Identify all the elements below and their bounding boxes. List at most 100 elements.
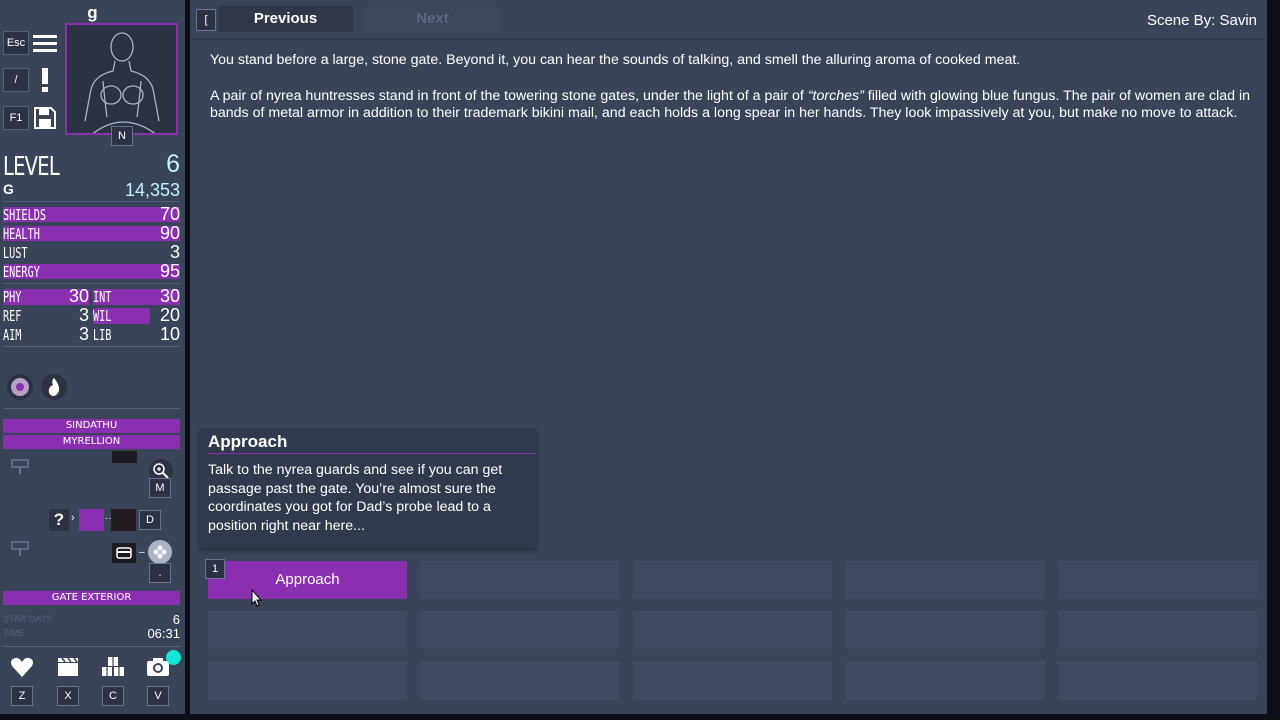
attr-label: AIM (3, 326, 22, 344)
choice-empty (633, 662, 832, 700)
choice-empty (208, 662, 407, 700)
choice-key-1[interactable]: 1 (205, 559, 225, 579)
stat-label: HEALTH (3, 225, 40, 243)
location-system: SINDATHU (3, 419, 180, 433)
story-text: You stand before a large, stone gate. Be… (210, 52, 1255, 141)
map-shop-icon[interactable] (112, 543, 136, 563)
choice-empty (846, 561, 1045, 599)
credits-symbol: G (3, 181, 14, 197)
attr-ref[interactable]: REF 3 (3, 305, 89, 325)
choice-empty (420, 561, 619, 599)
map-room-explored[interactable] (79, 509, 104, 531)
key-z[interactable]: Z (11, 686, 33, 706)
level-row: LEVEL 6 (3, 150, 180, 182)
map-key-d[interactable]: D (139, 510, 161, 530)
map-ship-icon[interactable] (148, 540, 172, 564)
minimap[interactable]: M ? › ·· D – . (3, 451, 180, 589)
attr-int[interactable]: INT 30 (93, 286, 180, 306)
bottom-bar: Z X C V (0, 650, 185, 714)
notification-dot (166, 650, 181, 665)
status-egg-icon[interactable] (41, 374, 67, 400)
time-label: TIME (3, 628, 25, 638)
map-unknown-room[interactable]: ? (49, 509, 69, 531)
key-v[interactable]: V (147, 686, 169, 706)
choice-empty (846, 611, 1045, 649)
divider (3, 283, 180, 284)
choice-empty (633, 561, 832, 599)
stat-energy[interactable]: ENERGY 95 (3, 261, 180, 281)
attr-label: INT (93, 288, 112, 306)
map-room-current[interactable] (111, 509, 136, 531)
mouse-cursor-icon (251, 589, 263, 607)
attr-value: 20 (159, 305, 180, 325)
attr-wil[interactable]: WIL 20 (93, 305, 180, 325)
appearance-button[interactable]: Z (10, 656, 36, 706)
previous-button[interactable]: Previous (218, 6, 353, 32)
portrait-key[interactable]: N (111, 126, 133, 146)
inventory-button[interactable]: C (101, 656, 127, 706)
choice-label: Approach (275, 571, 340, 588)
sidebar: g Esc / F1 N LEVEL 6 G 14,353 SHIELDS 70… (0, 0, 185, 714)
choice-empty (208, 611, 407, 649)
boxes-icon (102, 657, 124, 676)
stat-value: 3 (169, 242, 180, 262)
attr-label: REF (3, 307, 22, 325)
attr-value: 30 (159, 286, 180, 306)
attr-label: WIL (93, 307, 112, 325)
choice-empty (633, 611, 832, 649)
divider (3, 346, 180, 347)
stat-label: LUST (3, 244, 28, 262)
status-disc-icon[interactable] (7, 374, 33, 400)
stat-shields[interactable]: SHIELDS 70 (3, 204, 180, 224)
alert-icon[interactable] (32, 66, 58, 94)
map-arrow-icon: › (71, 512, 75, 524)
credits-value: 14,353 (124, 180, 180, 200)
esc-key[interactable]: Esc (3, 31, 29, 55)
attr-aim[interactable]: AIM 3 (3, 324, 89, 344)
choice-empty (420, 662, 619, 700)
main-panel: [ Previous Next Scene By: Savin You stan… (190, 0, 1267, 714)
heart-icon (11, 657, 33, 677)
location-planet: MYRELLION (3, 435, 180, 449)
days-label: STAR DAYS (3, 614, 53, 624)
attr-label: LIB (93, 326, 112, 344)
stat-lust[interactable]: LUST 3 (3, 242, 180, 262)
story-paragraph: You stand before a large, stone gate. Be… (210, 52, 1021, 68)
attr-label: PHY (3, 288, 22, 306)
stat-value: 90 (159, 223, 180, 243)
f1-key[interactable]: F1 (3, 106, 29, 130)
choice-empty (1058, 611, 1257, 649)
slash-key[interactable]: / (3, 68, 29, 92)
key-c[interactable]: C (102, 686, 124, 706)
save-icon[interactable] (32, 104, 58, 132)
attr-lib[interactable]: LIB 10 (93, 324, 180, 344)
time-row: TIME 06:31 (3, 626, 180, 642)
codex-button[interactable]: X (56, 656, 82, 706)
player-name: g (87, 3, 98, 22)
tooltip-body: Talk to the nyrea guards and see if you … (208, 462, 503, 534)
choice-empty (1058, 662, 1257, 700)
choice-empty (1058, 561, 1257, 599)
top-bar: [ Previous Next Scene By: Savin (190, 0, 1267, 40)
next-button[interactable]: Next (365, 6, 500, 32)
choice-empty (846, 662, 1045, 700)
divider (3, 408, 180, 409)
stat-health[interactable]: HEALTH 90 (3, 223, 180, 243)
player-portrait[interactable] (65, 23, 178, 135)
menu-icon[interactable] (32, 29, 58, 57)
stat-value: 95 (159, 261, 180, 281)
choice-approach-button[interactable]: Approach (208, 561, 407, 599)
attr-phy[interactable]: PHY 30 (3, 286, 89, 306)
map-key-dot[interactable]: . (149, 563, 171, 583)
bracket-key[interactable]: [ (196, 9, 216, 31)
location-room: GATE EXTERIOR (3, 591, 180, 605)
attr-value: 30 (68, 286, 89, 306)
story-paragraph: A pair of nyrea huntresses stand in fron… (210, 88, 1255, 123)
tooltip-title: Approach (208, 432, 288, 451)
map-key-m[interactable]: M (149, 478, 171, 498)
tooltip-divider (208, 453, 536, 454)
clapboard-icon (58, 657, 78, 676)
stat-label: ENERGY (3, 263, 40, 281)
level-value: 6 (166, 150, 180, 178)
key-x[interactable]: X (57, 686, 79, 706)
